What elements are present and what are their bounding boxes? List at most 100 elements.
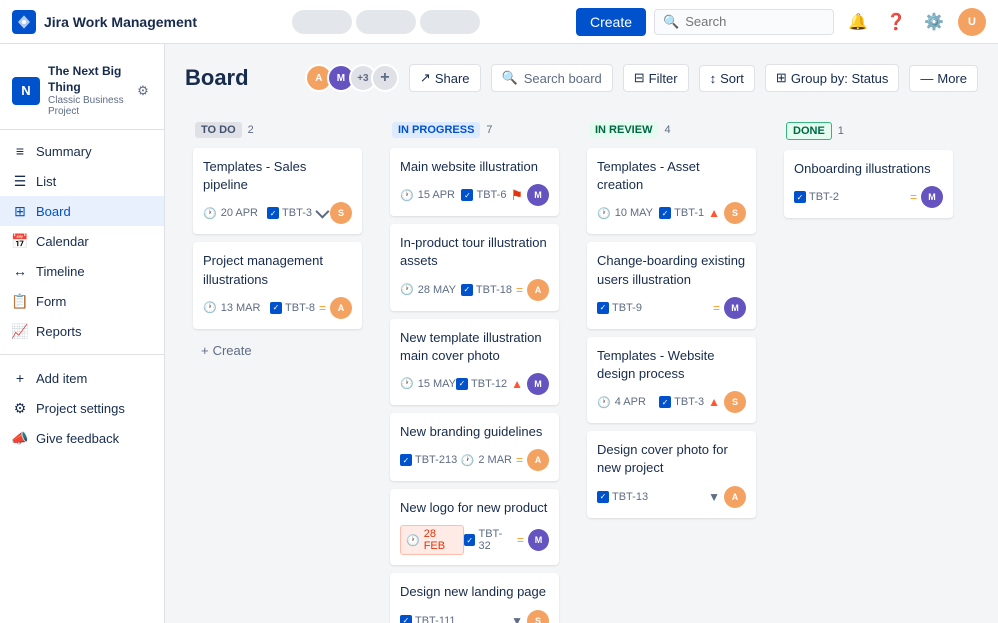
list-icon: ☰ [12, 173, 28, 189]
more-button[interactable]: — More [909, 65, 978, 92]
create-button[interactable]: Create [576, 8, 646, 36]
card-left: 🕐 4 APR [597, 396, 646, 409]
app-logo[interactable] [12, 10, 36, 34]
sidebar-item-board[interactable]: ⊞ Board [0, 196, 164, 226]
card-footer: 🕐 10 MAY TBT-1 ▲ S [597, 202, 746, 224]
ticket-id: TBT-12 [456, 378, 507, 390]
card-tbt12[interactable]: New template illustration main cover pho… [390, 319, 559, 405]
nav-pill-2[interactable] [356, 10, 416, 34]
board-icon: ⊞ [12, 203, 28, 219]
column-todo: TO DO 2 Templates - Sales pipeline 🕐 20 … [185, 112, 370, 374]
filter-button[interactable]: ⊟ Filter [623, 64, 689, 92]
assignee-avatar: M [527, 184, 549, 206]
card-footer: TBT-9 = M [597, 297, 746, 319]
column-done-badge: DONE [786, 122, 832, 140]
column-todo-count: 2 [248, 124, 254, 136]
ticket-id: TBT-13 [597, 491, 648, 503]
help-icon[interactable]: ❓ [882, 8, 910, 36]
chevron-down-icon [315, 205, 329, 219]
column-todo-badge: TO DO [195, 122, 242, 138]
sidebar-item-reports[interactable]: 📈 Reports [0, 316, 164, 346]
card-tbt6[interactable]: Main website illustration 🕐 15 APR TBT-6 [390, 148, 559, 216]
assignee-avatar: S [330, 202, 352, 224]
card-left: 🕐 28 FEB [400, 525, 464, 555]
sort-button[interactable]: ↕ Sort [699, 65, 755, 92]
ticket-checkbox-icon [270, 302, 282, 314]
global-search[interactable]: 🔍 [654, 9, 834, 35]
card-left: 🕐 28 MAY [400, 283, 456, 296]
create-card-button[interactable]: + Create [193, 337, 362, 364]
ticket-id: TBT-2 [794, 191, 839, 203]
card-date-overdue: 🕐 28 FEB [400, 525, 464, 555]
search-input[interactable] [685, 14, 825, 29]
sidebar-item-label: Project settings [36, 401, 125, 416]
group-status-button[interactable]: ⊞ Group by: Status [765, 64, 899, 92]
card-tbt13[interactable]: Design cover photo for new project TBT-1… [587, 431, 756, 517]
card-tbt18[interactable]: In-product tour illustration assets 🕐 28… [390, 224, 559, 310]
project-settings-icon[interactable]: ⚙ [134, 82, 152, 100]
assignee-avatar: M [921, 186, 943, 208]
sidebar-item-project-settings[interactable]: ⚙ Project settings [0, 393, 164, 423]
card-tbt32[interactable]: New logo for new product 🕐 28 FEB TBT-32 [390, 489, 559, 565]
priority-equal-icon: = [910, 190, 917, 204]
ticket-checkbox-icon [597, 491, 609, 503]
column-inprogress-header: IN PROGRESS 7 [390, 122, 559, 138]
card-right: ▼ A [708, 486, 746, 508]
board-title: Board [185, 65, 249, 91]
sidebar-item-form[interactable]: 📋 Form [0, 286, 164, 316]
ticket-checkbox-icon [456, 378, 468, 390]
card-date: 🕐 2 MAR [461, 454, 512, 467]
card-tbt8[interactable]: Project management illustrations 🕐 13 MA… [193, 242, 362, 328]
user-avatar[interactable]: U [958, 8, 986, 36]
sidebar-divider [0, 354, 164, 355]
priority-equal-icon: = [516, 283, 523, 297]
sidebar-item-summary[interactable]: ≡ Summary [0, 136, 164, 166]
card-right: TBT-8 = A [270, 297, 352, 319]
sidebar-item-label: Form [36, 294, 66, 309]
priority-equal-icon: = [319, 301, 326, 315]
column-inreview-count: 4 [664, 124, 670, 136]
card-date: 🕐 15 APR [400, 189, 455, 202]
card-right: 🕐 2 MAR = A [461, 449, 549, 471]
settings-icon[interactable]: ⚙️ [920, 8, 948, 36]
nav-pill-3[interactable] [420, 10, 480, 34]
card-footer: 🕐 28 FEB TBT-32 = M [400, 525, 549, 555]
project-name: The Next Big Thing [48, 64, 126, 95]
card-right: TBT-18 = A [461, 279, 549, 301]
column-inprogress-count: 7 [486, 124, 492, 136]
ticket-id: TBT-3 [267, 207, 312, 219]
card-tbt3-todo[interactable]: Templates - Sales pipeline 🕐 20 APR TBT-… [193, 148, 362, 234]
card-tbt9[interactable]: Change-boarding existing users illustrat… [587, 242, 756, 328]
sidebar-item-list[interactable]: ☰ List [0, 166, 164, 196]
priority-equal-icon: = [713, 301, 720, 315]
card-date: 🕐 13 MAR [203, 301, 260, 314]
clock-icon: 🕐 [400, 377, 414, 390]
share-button[interactable]: ↗ Share [409, 64, 481, 92]
team-avatars: A M +3 + [305, 64, 399, 92]
card-tbt213[interactable]: New branding guidelines TBT-213 🕐 2 MAR [390, 413, 559, 481]
card-right: TBT-3 ▲ S [659, 391, 746, 413]
sidebar-item-timeline[interactable]: ↔ Timeline [0, 256, 164, 286]
card-title: New branding guidelines [400, 423, 549, 441]
column-done-count: 1 [838, 125, 844, 137]
card-date: 🕐 4 APR [597, 396, 646, 409]
nav-pill-1[interactable] [292, 10, 352, 34]
avatar-add[interactable]: + [371, 64, 399, 92]
filter-icon: ⊟ [634, 70, 645, 86]
add-icon: + [12, 370, 28, 386]
card-tbt1[interactable]: Templates - Asset creation 🕐 10 MAY TBT-… [587, 148, 756, 234]
ticket-id: TBT-8 [270, 302, 315, 314]
card-tbt111[interactable]: Design new landing page TBT-111 ▼ S [390, 573, 559, 623]
notifications-icon[interactable]: 🔔 [844, 8, 872, 36]
card-footer: TBT-2 = M [794, 186, 943, 208]
card-tbt2[interactable]: Onboarding illustrations TBT-2 = M [784, 150, 953, 218]
card-tbt3-inreview[interactable]: Templates - Website design process 🕐 4 A… [587, 337, 756, 423]
search-board-button[interactable]: 🔍 Search board [491, 64, 613, 92]
sidebar-item-add-item[interactable]: + Add item [0, 363, 164, 393]
summary-icon: ≡ [12, 143, 28, 159]
ticket-checkbox-icon [794, 191, 806, 203]
column-done-header: DONE 1 [784, 122, 953, 140]
sidebar-item-calendar[interactable]: 📅 Calendar [0, 226, 164, 256]
sidebar-item-give-feedback[interactable]: 📣 Give feedback [0, 423, 164, 453]
timeline-icon: ↔ [12, 263, 28, 279]
